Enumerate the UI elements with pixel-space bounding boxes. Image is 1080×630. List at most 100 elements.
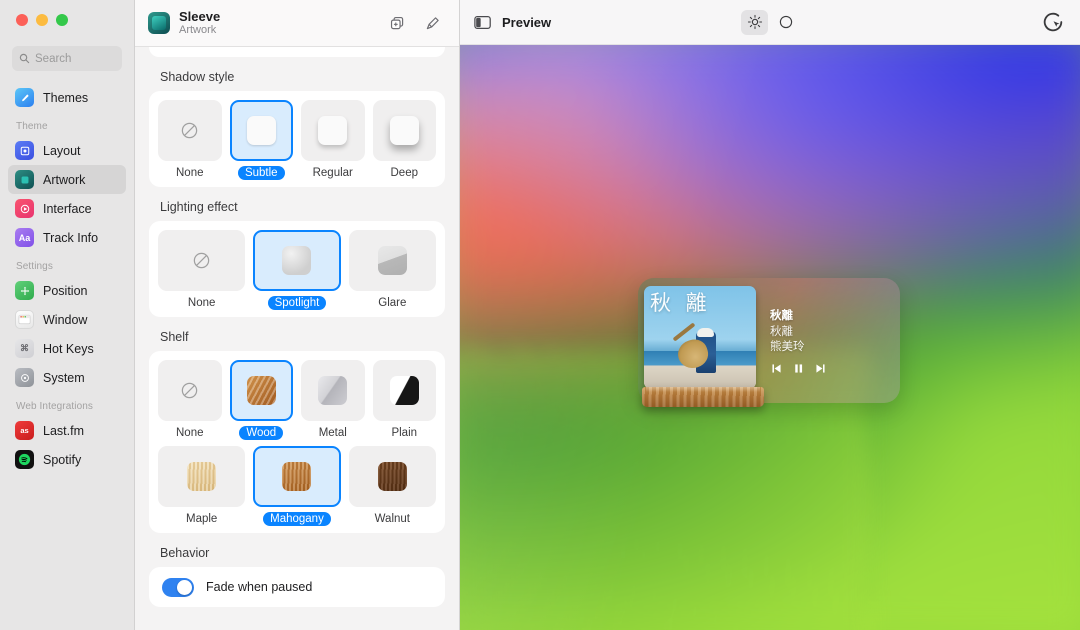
previous-track-button[interactable] [770, 362, 783, 375]
shadow-swatch-subtle [229, 100, 293, 161]
option-caption: Plain [391, 427, 418, 439]
sidebar-item-label: Interface [43, 201, 92, 216]
swatch-shape [282, 246, 312, 275]
no-symbol-icon [182, 122, 198, 139]
shadow-style-card: None Subtle Regular Deep [149, 91, 445, 187]
sidebar-item-hot-keys[interactable]: ⌘ Hot Keys [8, 334, 126, 363]
themes-icon [15, 88, 34, 107]
search-input[interactable]: Search [12, 46, 122, 71]
wood-type-options: Maple Mahogany Walnut [158, 446, 436, 526]
sidebar-item-spotify[interactable]: Spotify [8, 445, 126, 474]
lastfm-icon: as [15, 421, 34, 440]
shelf-options: None Wood Metal Plain [158, 360, 436, 440]
close-button[interactable] [16, 14, 28, 26]
preview-canvas: 秋 離 秋離 秋離 熊美玲 [460, 45, 1080, 630]
artwork-icon [15, 170, 34, 189]
sidebar-item-artwork[interactable]: Artwork [8, 165, 126, 194]
app-window: Search Themes Theme Layout Artwork Inter… [0, 0, 1080, 630]
wood-type-card: Maple Mahogany Walnut [149, 444, 445, 533]
option-caption: Regular [312, 167, 353, 179]
behavior-card: Fade when paused [149, 567, 445, 607]
duplicate-theme-button[interactable] [384, 10, 410, 36]
pause-button[interactable] [792, 362, 805, 375]
sidebar-item-label: Position [43, 283, 88, 298]
wood-option-walnut[interactable]: Walnut [348, 446, 436, 526]
shadow-swatch-deep [372, 100, 436, 161]
sidebar-toggle-icon[interactable] [474, 15, 492, 30]
shadow-option-deep[interactable]: Deep [372, 100, 436, 180]
wood-option-maple[interactable]: Maple [158, 446, 246, 526]
swatch-shape [246, 376, 276, 405]
sidebar-item-position[interactable]: Position [8, 276, 126, 305]
section-label-shelf: Shelf [160, 330, 189, 344]
wood-swatch-mahogany [253, 446, 341, 507]
sidebar-item-system[interactable]: System [8, 363, 126, 392]
sidebar-item-window[interactable]: Window [8, 305, 126, 334]
shelf-swatch-plain [372, 360, 436, 421]
section-label-lighting-effect: Lighting effect [160, 200, 238, 214]
option-caption: None [176, 167, 204, 179]
shadow-option-none[interactable]: None [158, 100, 222, 180]
sidebar-item-track-info[interactable]: Aa Track Info [8, 223, 126, 252]
duplicate-plus-icon [390, 16, 403, 29]
lighting-option-spotlight[interactable]: Spotlight [253, 230, 341, 310]
sidebar-item-interface[interactable]: Interface [8, 194, 126, 223]
system-icon [15, 368, 34, 387]
option-caption: Spotlight [267, 296, 327, 310]
shelf-option-plain[interactable]: Plain [372, 360, 436, 440]
spotify-icon [15, 450, 34, 469]
minimize-button[interactable] [36, 14, 48, 26]
refresh-button[interactable] [1040, 9, 1066, 35]
sleeve-widget[interactable]: 秋 離 秋離 秋離 熊美玲 [638, 278, 900, 407]
preview-header: Preview [460, 0, 1080, 45]
shelf-option-wood[interactable]: Wood [229, 360, 293, 440]
wood-option-mahogany[interactable]: Mahogany [253, 446, 341, 526]
artwork-stack: 秋 離 [642, 286, 764, 407]
settings-scroll-area[interactable]: Shadow style None Subtle Regular Deep Li… [135, 47, 459, 630]
window-icon [15, 310, 34, 329]
fade-when-paused-toggle[interactable] [162, 577, 194, 597]
fade-when-paused-label: Fade when paused [206, 580, 313, 594]
dark-mode-button[interactable] [772, 10, 799, 35]
option-caption: None [176, 427, 204, 439]
swatch-shape [377, 462, 407, 491]
option-caption: Subtle [237, 166, 285, 180]
edit-theme-button[interactable] [419, 10, 445, 36]
shelf-option-none[interactable]: None [158, 360, 222, 440]
window-traffic-lights [0, 0, 134, 36]
shadow-option-subtle[interactable]: Subtle [229, 100, 293, 180]
position-icon [15, 281, 34, 300]
no-symbol-icon [182, 382, 198, 399]
artwork-title-text: 秋 離 [650, 291, 711, 315]
sidebar-item-label: Window [43, 312, 88, 327]
lighting-option-none[interactable]: None [158, 230, 246, 310]
sidebar-nav: Themes Theme Layout Artwork Interface Aa… [0, 71, 134, 630]
sidebar-item-layout[interactable]: Layout [8, 136, 126, 165]
sidebar-item-label: Layout [43, 143, 81, 158]
sidebar-item-label: Last.fm [43, 423, 84, 438]
lighting-swatch-glare [348, 230, 436, 291]
option-caption: Glare [378, 297, 407, 309]
sidebar-item-lastfm[interactable]: as Last.fm [8, 416, 126, 445]
shelf-option-metal[interactable]: Metal [301, 360, 365, 440]
artist-name: 熊美玲 [770, 339, 805, 354]
section-label-shadow-style: Shadow style [160, 70, 235, 84]
track-title: 秋離 [770, 308, 793, 322]
swatch-shape [318, 116, 348, 145]
next-track-button[interactable] [814, 362, 827, 375]
shelf-swatch-wood [229, 360, 293, 421]
paintbrush-icon [426, 16, 439, 29]
sidebar-item-label: Artwork [43, 172, 86, 187]
zoom-button[interactable] [56, 14, 68, 26]
option-caption: None [187, 297, 216, 309]
sidebar-item-themes[interactable]: Themes [8, 83, 126, 112]
lighting-option-glare[interactable]: Glare [348, 230, 436, 310]
playback-controls [770, 362, 827, 375]
light-mode-button[interactable] [741, 9, 768, 35]
album-artwork: 秋 離 [644, 286, 756, 389]
shelf-swatch-none [158, 360, 222, 421]
appearance-toggle-group [741, 9, 799, 35]
shadow-option-regular[interactable]: Regular [301, 100, 365, 180]
option-caption: Deep [390, 167, 419, 179]
lighting-swatch-none [158, 230, 246, 291]
